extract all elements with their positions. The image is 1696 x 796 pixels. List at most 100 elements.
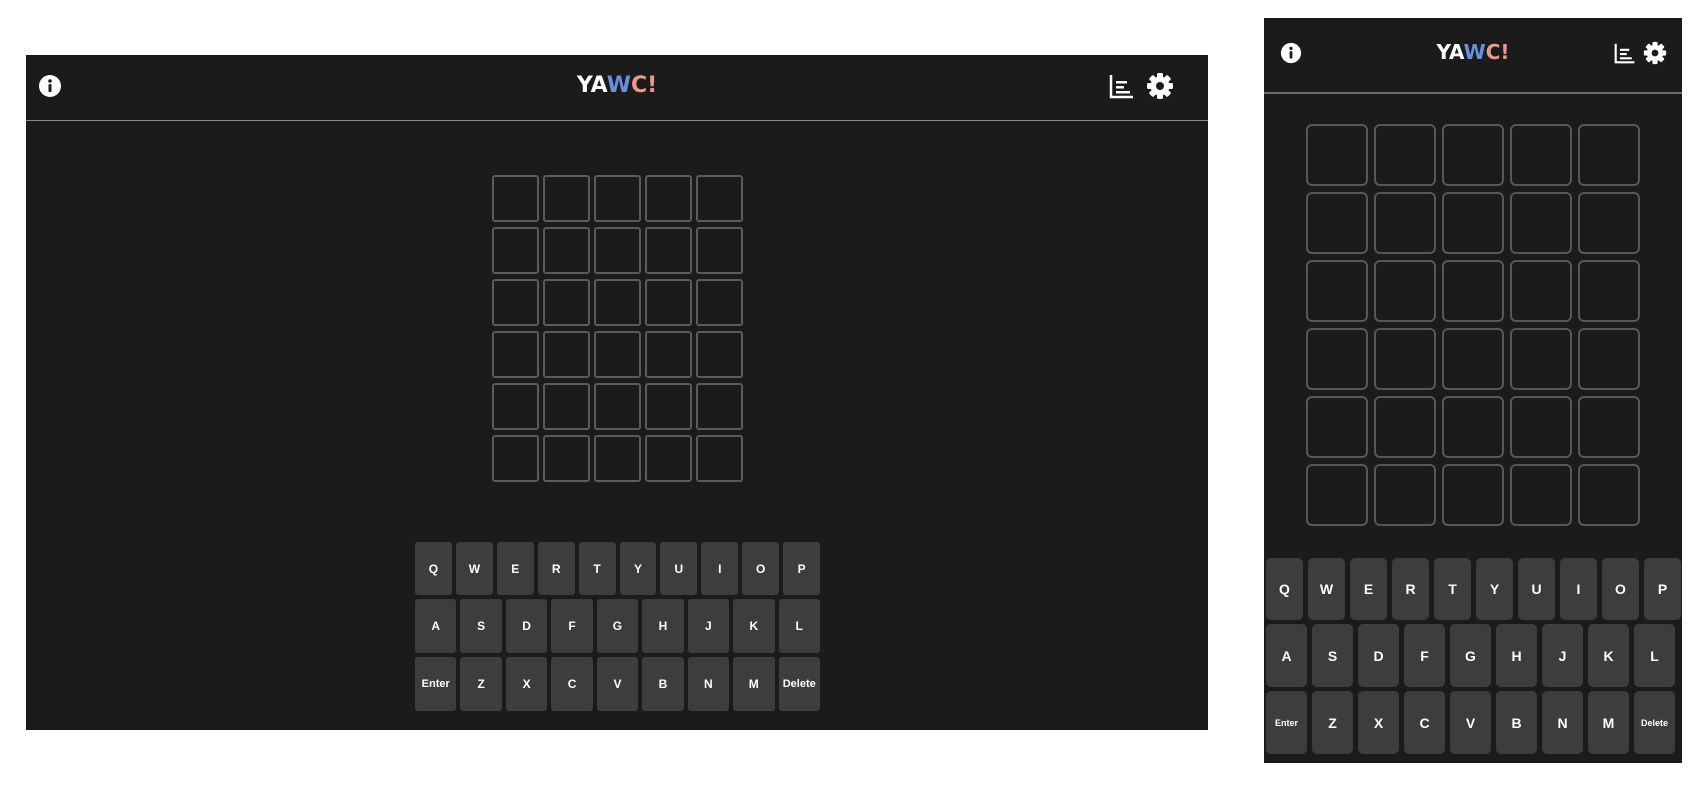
letter-tile [492,435,539,482]
key-s[interactable]: S [460,599,502,653]
key-r[interactable]: R [537,542,575,595]
key-z[interactable]: Z [460,657,502,711]
key-e[interactable]: E [1350,558,1387,620]
key-z[interactable]: Z [1312,691,1353,754]
letter-tile [492,383,539,430]
key-c[interactable]: C [551,657,593,711]
letter-tile [645,279,692,326]
letter-tile [1442,464,1504,526]
guess-board [1306,124,1640,526]
key-o[interactable]: O [1602,558,1639,620]
key-w[interactable]: W [1308,558,1345,620]
letter-tile [1374,192,1436,254]
key-y[interactable]: Y [1476,558,1513,620]
key-enter[interactable]: Enter [415,657,457,711]
key-l[interactable]: L [778,599,820,653]
keyboard-row-2: ASDFGHJKL [415,599,820,653]
key-s[interactable]: S [1312,624,1353,687]
key-y[interactable]: Y [619,542,657,595]
letter-tile [1442,124,1504,186]
letter-tile [645,227,692,274]
key-t[interactable]: T [1434,558,1471,620]
key-k[interactable]: K [733,599,775,653]
gear-icon[interactable] [1146,72,1174,100]
key-delete[interactable]: Delete [778,657,820,711]
key-g[interactable]: G [1450,624,1491,687]
key-m[interactable]: M [733,657,775,711]
key-f[interactable]: F [551,599,593,653]
letter-tile [696,435,743,482]
key-p[interactable]: P [783,542,821,595]
key-j[interactable]: J [1542,624,1583,687]
key-f[interactable]: F [1404,624,1445,687]
letter-tile [543,175,590,222]
key-q[interactable]: Q [1266,558,1303,620]
key-t[interactable]: T [578,542,616,595]
letter-tile [1374,124,1436,186]
key-p[interactable]: P [1644,558,1681,620]
letter-tile [1578,124,1640,186]
key-b[interactable]: B [642,657,684,711]
key-i[interactable]: I [701,542,739,595]
key-i[interactable]: I [1560,558,1597,620]
key-h[interactable]: H [642,599,684,653]
key-a[interactable]: A [1266,624,1307,687]
letter-tile [543,279,590,326]
letter-tile [645,331,692,378]
stats-chart-icon[interactable] [1109,73,1135,99]
key-delete[interactable]: Delete [1634,691,1675,754]
key-j[interactable]: J [687,599,730,653]
key-q[interactable]: Q [415,542,452,595]
key-v[interactable]: V [1450,691,1491,754]
keyboard-row-3: Enter Z X C V B N M Delete [415,657,820,711]
key-m[interactable]: M [1588,691,1629,754]
guess-board [492,175,743,482]
letter-tile [492,227,539,274]
letter-tile [645,175,692,222]
letter-tile [1510,396,1572,458]
letter-tile [594,435,641,482]
key-n[interactable]: N [1542,691,1583,754]
key-e[interactable]: E [496,542,534,595]
key-d[interactable]: D [1358,624,1399,687]
letter-tile [696,331,743,378]
key-enter[interactable]: Enter [1266,691,1307,754]
stats-chart-icon[interactable] [1614,42,1636,64]
letter-tile [543,435,590,482]
letter-tile [1442,192,1504,254]
key-o[interactable]: O [742,542,780,595]
key-r[interactable]: R [1392,558,1429,620]
key-u[interactable]: U [1518,558,1555,620]
letter-tile [1510,124,1572,186]
key-l[interactable]: L [1634,624,1675,687]
key-b[interactable]: B [1496,691,1537,754]
on-screen-keyboard: QWERTYUIOP ASDFGHJKL Enter Z X C V B N M Delete [415,542,821,715]
key-h[interactable]: H [1496,624,1537,687]
letter-tile [1442,396,1504,458]
keyboard-row-1: QWERTYUIOP [415,542,821,595]
key-a[interactable]: A [415,599,457,653]
key-x[interactable]: X [505,657,548,711]
letter-tile [1578,464,1640,526]
desktop-view: YAWC! QWERTYUIOP ASDFGHJKL Enter Z X C V B N M D… [26,55,1208,730]
letter-tile [1374,464,1436,526]
letter-tile [1306,260,1368,322]
key-d[interactable]: D [505,599,548,653]
info-icon[interactable] [38,74,62,98]
key-u[interactable]: U [660,542,698,595]
key-k[interactable]: K [1588,624,1629,687]
key-n[interactable]: N [687,657,730,711]
info-icon[interactable] [1280,42,1302,64]
gear-icon[interactable] [1643,41,1667,65]
letter-tile [1306,192,1368,254]
key-v[interactable]: V [596,657,639,711]
keyboard-row-3: Enter Z X C V B N M Delete [1266,691,1684,754]
letter-tile [1374,396,1436,458]
letter-tile [1306,124,1368,186]
key-c[interactable]: C [1404,691,1445,754]
letter-tile [645,383,692,430]
key-x[interactable]: X [1358,691,1399,754]
key-g[interactable]: G [596,599,639,653]
key-w[interactable]: W [455,542,493,595]
letter-tile [1578,192,1640,254]
